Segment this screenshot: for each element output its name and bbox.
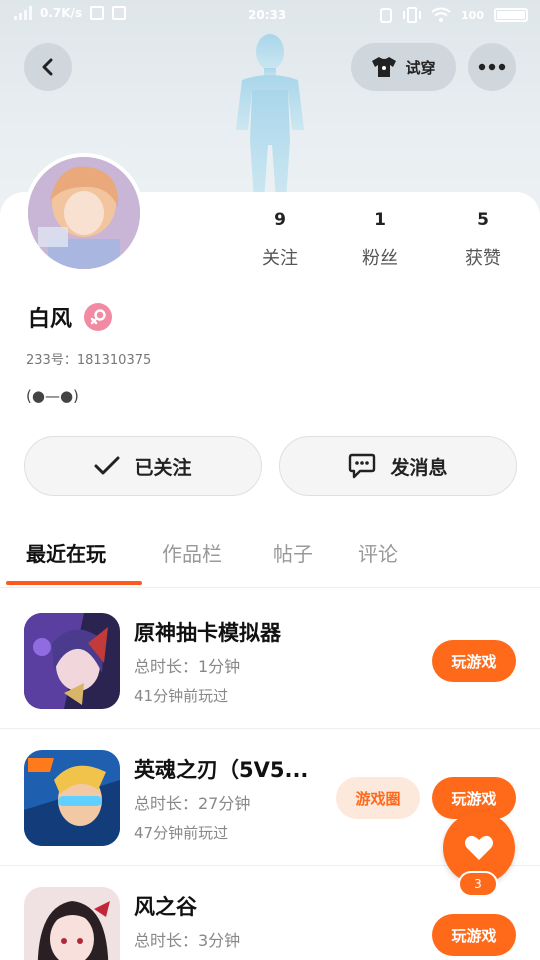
game-icon-genshin bbox=[24, 613, 120, 709]
stat-label: 粉丝 bbox=[362, 248, 398, 269]
active-tab-indicator bbox=[6, 581, 142, 585]
game-duration: 总时长：27分钟 bbox=[134, 794, 251, 813]
clock: 20:33 bbox=[248, 8, 287, 22]
game-circle-button[interactable]: 游戏圈 bbox=[336, 777, 420, 819]
nfc-icon bbox=[380, 8, 393, 23]
stat-label: 获赞 bbox=[465, 248, 501, 269]
send-message-label: 发消息 bbox=[390, 456, 448, 479]
like-count-badge: 3 bbox=[458, 871, 498, 897]
profile-tabs: 最近在玩 作品栏 帖子 评论 bbox=[0, 520, 540, 588]
stat-label: 关注 bbox=[262, 248, 298, 269]
check-icon bbox=[112, 6, 127, 20]
game-last-played: 41分钟前玩过 bbox=[134, 687, 229, 705]
play-game-button[interactable]: 玩游戏 bbox=[432, 640, 516, 682]
send-message-button[interactable]: 发消息 bbox=[279, 436, 517, 496]
more-button[interactable] bbox=[468, 43, 516, 91]
tab-works[interactable]: 作品栏 bbox=[162, 538, 222, 567]
avatar-portrait-image bbox=[28, 157, 140, 269]
stat-value: 1 bbox=[374, 210, 386, 230]
tab-posts[interactable]: 帖子 bbox=[273, 538, 313, 567]
game-icon-heroes-blade bbox=[24, 750, 120, 846]
battery-icon bbox=[494, 8, 528, 22]
tab-comments[interactable]: 评论 bbox=[358, 538, 398, 567]
game-title: 英魂之刃（5V5... bbox=[134, 758, 309, 782]
wifi-icon bbox=[431, 7, 451, 22]
list-item[interactable]: 原神抽卡模拟器 总时长：1分钟 41分钟前玩过 玩游戏 bbox=[0, 593, 540, 729]
status-bar: 0.7K/s 20:33 100 bbox=[0, 0, 540, 34]
chat-bubble-icon bbox=[349, 453, 376, 479]
followed-button[interactable]: 已关注 bbox=[24, 436, 262, 496]
back-button[interactable] bbox=[24, 43, 72, 91]
followed-label: 已关注 bbox=[134, 456, 192, 479]
user-signature: (●—●) bbox=[26, 387, 79, 405]
notification-icon bbox=[90, 6, 105, 20]
stat-followers[interactable]: 1 粉丝 bbox=[340, 210, 420, 270]
name-row: 白风 bbox=[28, 301, 113, 333]
female-gender-icon bbox=[84, 303, 113, 331]
heart-icon bbox=[465, 835, 493, 860]
network-speed: 0.7K/s bbox=[40, 6, 83, 20]
stat-following[interactable]: 9 关注 bbox=[240, 210, 320, 270]
play-game-button[interactable]: 玩游戏 bbox=[432, 914, 516, 956]
game-last-played: 47分钟前玩过 bbox=[134, 824, 229, 842]
game-title: 风之谷 bbox=[134, 895, 197, 919]
game-icon-valley-of-wind bbox=[24, 887, 120, 960]
game-title: 原神抽卡模拟器 bbox=[134, 621, 281, 645]
try-on-button[interactable]: 试穿 bbox=[351, 43, 456, 91]
user-id: 233号：181310375 bbox=[26, 353, 152, 368]
avatar-figure-image bbox=[236, 34, 304, 200]
avatar[interactable] bbox=[24, 153, 144, 273]
stat-value: 9 bbox=[274, 210, 286, 230]
chevron-left-icon bbox=[42, 58, 53, 76]
vibrate-icon bbox=[403, 7, 422, 23]
stat-likes[interactable]: 5 获赞 bbox=[443, 210, 523, 270]
game-duration: 总时长：1分钟 bbox=[134, 657, 241, 676]
user-name: 白风 bbox=[28, 307, 73, 332]
try-on-label: 试穿 bbox=[405, 58, 436, 77]
game-duration: 总时长：3分钟 bbox=[134, 931, 241, 950]
stat-value: 5 bbox=[477, 210, 489, 230]
battery-percent: 100 bbox=[461, 8, 484, 22]
signal-icon bbox=[14, 6, 32, 20]
tshirt-icon bbox=[372, 57, 397, 77]
checkmark-icon bbox=[94, 456, 120, 475]
tab-recently-played[interactable]: 最近在玩 bbox=[26, 538, 106, 567]
more-dots-icon bbox=[478, 63, 506, 71]
